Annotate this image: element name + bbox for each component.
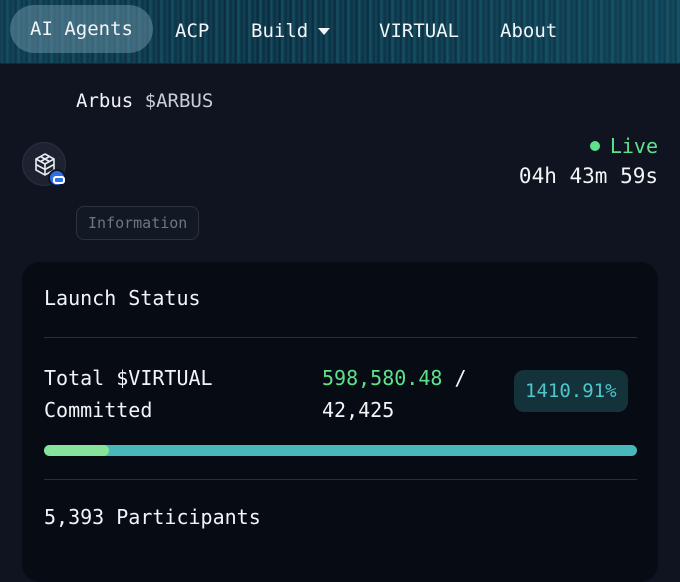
- nav-about-label: About: [500, 20, 558, 42]
- commit-progress-bar: [44, 445, 637, 456]
- divider: [44, 479, 637, 480]
- nav-ai-agents-label: AI Agents: [30, 18, 133, 40]
- launch-status-card: Launch Status Total $VIRTUAL Committed 5…: [22, 262, 658, 582]
- committed-amount: 598,580.48: [322, 366, 443, 390]
- top-navigation: AI Agents ACP Build VIRTUAL About: [0, 0, 680, 64]
- nav-ai-agents[interactable]: AI Agents: [10, 5, 153, 53]
- token-ticker: $ARBUS: [144, 90, 214, 112]
- token-page: Arbus $ARBUS Live 04h 43m 59s Informatio…: [0, 64, 680, 582]
- live-dot-icon: [589, 140, 600, 151]
- total-committed-values: 598,580.48 / 42,425: [322, 362, 512, 426]
- commit-progress-fill: [44, 445, 110, 456]
- token-name: Arbus: [76, 90, 134, 112]
- total-committed-label: Total $VIRTUAL Committed: [44, 366, 213, 422]
- chevron-down-icon: [318, 28, 331, 35]
- divider: [44, 337, 637, 338]
- target-amount: 42,425: [322, 398, 395, 422]
- commit-percent-badge: 1410.91%: [514, 370, 628, 412]
- nav-virtual-label: VIRTUAL: [379, 20, 460, 42]
- token-title: Arbus $ARBUS: [76, 90, 213, 112]
- nav-acp-label: ACP: [175, 20, 210, 42]
- nav-acp[interactable]: ACP: [175, 14, 209, 48]
- nav-about[interactable]: About: [500, 14, 557, 48]
- live-status: Live: [589, 134, 658, 158]
- nav-build-label: Build: [251, 20, 309, 42]
- nav-build[interactable]: Build: [251, 14, 331, 48]
- launch-status-title: Launch Status: [44, 286, 201, 310]
- participants-count: 5,393 Participants: [44, 505, 261, 529]
- live-label: Live: [609, 134, 658, 158]
- nav-virtual[interactable]: VIRTUAL: [379, 14, 459, 48]
- information-tab[interactable]: Information: [76, 206, 200, 240]
- base-chain-icon: [48, 169, 66, 187]
- amount-separator: /: [454, 366, 467, 390]
- countdown-timer: 04h 43m 59s: [518, 164, 658, 188]
